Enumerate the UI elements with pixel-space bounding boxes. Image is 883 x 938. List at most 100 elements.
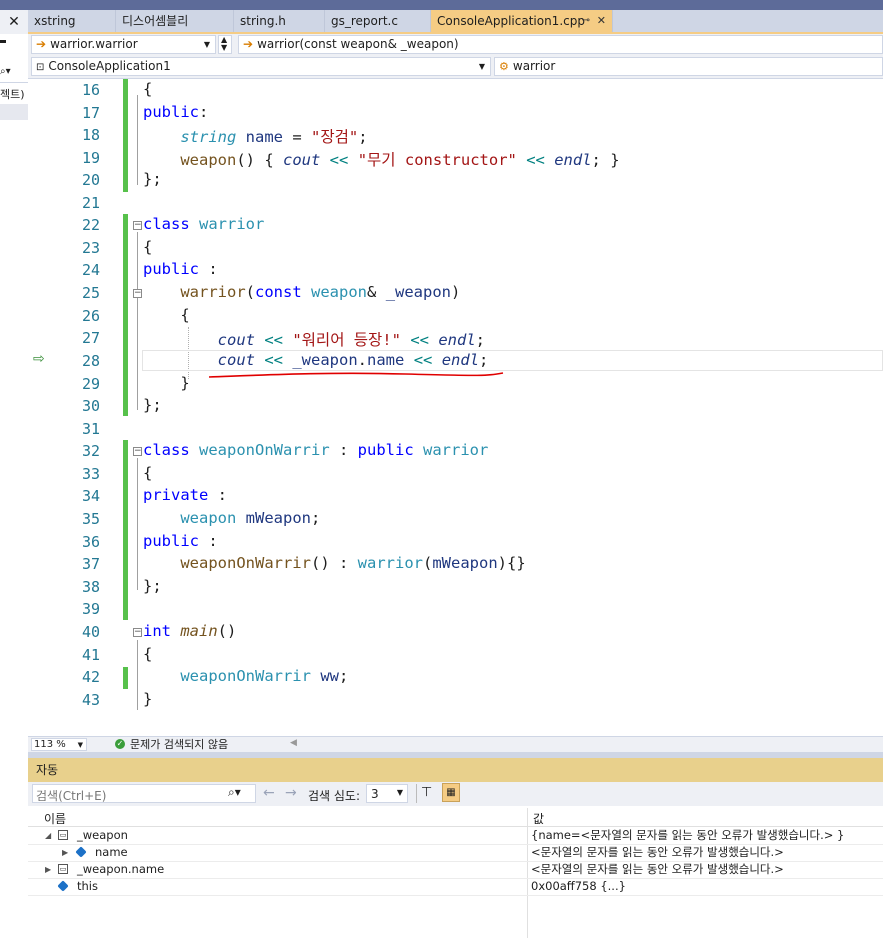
autos-row[interactable]: ▶ name <문자열의 문자를 읽는 동안 오류가 발생했습니다.>: [28, 844, 883, 862]
autos-toolbar: 검색(Ctrl+E) ⌕▾ ← → 검색 심도: 3 ▼ ⊤ ▦: [28, 782, 883, 806]
chevron-down-icon: ▼: [203, 40, 210, 49]
collapse-icon[interactable]: −: [133, 221, 142, 230]
struct-icon: ▭: [58, 830, 68, 840]
line-number: 34: [81, 487, 100, 505]
line-number: 28: [81, 352, 100, 370]
change-indicator: [123, 440, 128, 620]
line-number: 36: [81, 533, 100, 551]
line-number: 38: [81, 578, 100, 596]
code-line[interactable]: int main(): [143, 622, 236, 640]
tab-label: gs_report.c: [331, 14, 398, 28]
tab-string-h[interactable]: string.h: [234, 10, 325, 32]
project-dropdown[interactable]: ⊡ ConsoleApplication1 ▼: [31, 57, 491, 76]
code-line[interactable]: {: [143, 80, 152, 98]
collapse-icon[interactable]: −: [133, 628, 142, 637]
pin-icon[interactable]: ⊤: [421, 785, 432, 800]
autos-row[interactable]: ◢ ▭ _weapon {name=<문자열의 문자를 읽는 동안 오류가 발생…: [28, 827, 883, 845]
line-number: 19: [81, 149, 100, 167]
column-name-header[interactable]: 이름: [44, 810, 66, 827]
left-panel-search-icon[interactable]: ⌕▾: [0, 62, 28, 83]
code-line[interactable]: };: [143, 577, 162, 595]
code-line[interactable]: private :: [143, 486, 227, 504]
code-line[interactable]: cout << "워리어 등장!" << endl;: [143, 328, 485, 350]
tab-gs-report[interactable]: gs_report.c: [325, 10, 431, 32]
left-panel-selection: [0, 104, 28, 120]
tab-consoleapplication1[interactable]: ConsoleApplication1.cpp ⊸ ✕: [431, 10, 613, 32]
change-indicator: [123, 667, 128, 689]
change-indicator: [123, 79, 128, 192]
code-line[interactable]: public:: [143, 103, 208, 121]
scope-dropdown[interactable]: ➔ warrior.warrior ▼: [31, 35, 216, 54]
variable-value: <문자열의 문자를 읽는 동안 오류가 발생했습니다.>: [531, 862, 784, 876]
code-line[interactable]: public :: [143, 532, 218, 550]
code-line[interactable]: string name = "장검";: [143, 125, 367, 147]
line-number: 18: [81, 126, 100, 144]
column-value-header[interactable]: 값: [533, 810, 544, 827]
red-underline-annotation: [208, 372, 504, 378]
search-depth-value: 3: [371, 787, 379, 801]
hex-display-toggle-icon[interactable]: ▦: [442, 783, 460, 802]
line-number: 17: [81, 104, 100, 122]
code-line[interactable]: {: [143, 464, 152, 482]
line-number: 43: [81, 691, 100, 709]
code-line[interactable]: {: [143, 645, 152, 663]
collapse-icon[interactable]: −: [133, 289, 142, 298]
autos-row[interactable]: this 0x00aff758 {...}: [28, 878, 883, 896]
code-line[interactable]: weaponOnWarrir() : warrior(mWeapon){}: [143, 554, 525, 572]
zoom-dropdown[interactable]: 113 % ▼: [31, 738, 87, 751]
tab-disassembly[interactable]: 디스어셈블리: [116, 10, 234, 32]
code-line[interactable]: {: [143, 306, 189, 324]
code-line[interactable]: warrior(const weapon& _weapon): [143, 283, 460, 301]
collapsed-triangle-icon[interactable]: ▶: [45, 861, 51, 878]
code-line[interactable]: }: [143, 690, 152, 708]
code-line[interactable]: cout << _weapon.name << endl;: [143, 351, 489, 369]
pin-icon[interactable]: ⊸: [582, 10, 590, 32]
issues-status[interactable]: 문제가 검색되지 않음: [130, 738, 228, 751]
line-number: 16: [81, 81, 100, 99]
autos-search-input[interactable]: 검색(Ctrl+E): [32, 784, 256, 803]
line-number: 33: [81, 465, 100, 483]
scope-line: [137, 95, 138, 185]
class-dropdown[interactable]: ⚙ warrior: [494, 57, 883, 76]
code-line[interactable]: {: [143, 238, 152, 256]
scope-dropdown-value: warrior.warrior: [50, 37, 138, 51]
scope-line: [137, 458, 138, 590]
line-number: 23: [81, 239, 100, 257]
zoom-value: 113 %: [34, 739, 66, 750]
struct-icon: ▭: [58, 864, 68, 874]
search-depth-dropdown[interactable]: 3 ▼: [366, 784, 408, 803]
line-number: 40: [81, 623, 100, 641]
member-dropdown[interactable]: ➔ warrior(const weapon& _weapon): [238, 35, 883, 54]
code-line[interactable]: public :: [143, 260, 218, 278]
search-icon[interactable]: ⌕▾: [228, 785, 241, 800]
scroll-left-icon[interactable]: ◀: [290, 738, 297, 748]
back-arrow-icon[interactable]: ←: [263, 785, 275, 801]
code-line[interactable]: }: [143, 374, 189, 392]
line-number: 29: [81, 375, 100, 393]
code-line[interactable]: };: [143, 170, 162, 188]
search-depth-label: 검색 심도:: [308, 789, 361, 803]
code-line[interactable]: };: [143, 396, 162, 414]
forward-arrow-icon[interactable]: →: [285, 785, 297, 801]
tab-xstring[interactable]: xstring: [28, 10, 116, 32]
code-line[interactable]: class warrior: [143, 215, 264, 233]
class-dropdown-value: warrior: [512, 59, 556, 73]
variable-value: {name=<문자열의 문자를 읽는 동안 오류가 발생했습니다.> }: [531, 828, 845, 842]
autos-row[interactable]: ▶ ▭ _weapon.name <문자열의 문자를 읽는 동안 오류가 발생했…: [28, 861, 883, 879]
close-icon[interactable]: ✕: [4, 12, 24, 32]
code-line[interactable]: class weaponOnWarrir : public warrior: [143, 441, 488, 459]
code-line[interactable]: weapon() { cout << "무기 constructor" << e…: [143, 148, 619, 170]
close-tab-icon[interactable]: ✕: [597, 10, 606, 32]
autos-title: 자동: [36, 763, 59, 777]
code-line[interactable]: weaponOnWarrir ww;: [143, 667, 348, 685]
code-line[interactable]: weapon mWeapon;: [143, 509, 320, 527]
collapsed-triangle-icon[interactable]: ▶: [62, 844, 68, 861]
collapse-icon[interactable]: −: [133, 447, 142, 456]
scope-spinner[interactable]: ▲ ▼: [218, 35, 232, 54]
autos-column-header: 이름 값: [28, 808, 883, 827]
line-number: 37: [81, 555, 100, 573]
scope-line: [137, 232, 138, 410]
expanded-triangle-icon[interactable]: ◢: [45, 827, 51, 844]
toolbar-separator: [416, 784, 417, 803]
tab-label: 디스어셈블리: [122, 14, 189, 28]
